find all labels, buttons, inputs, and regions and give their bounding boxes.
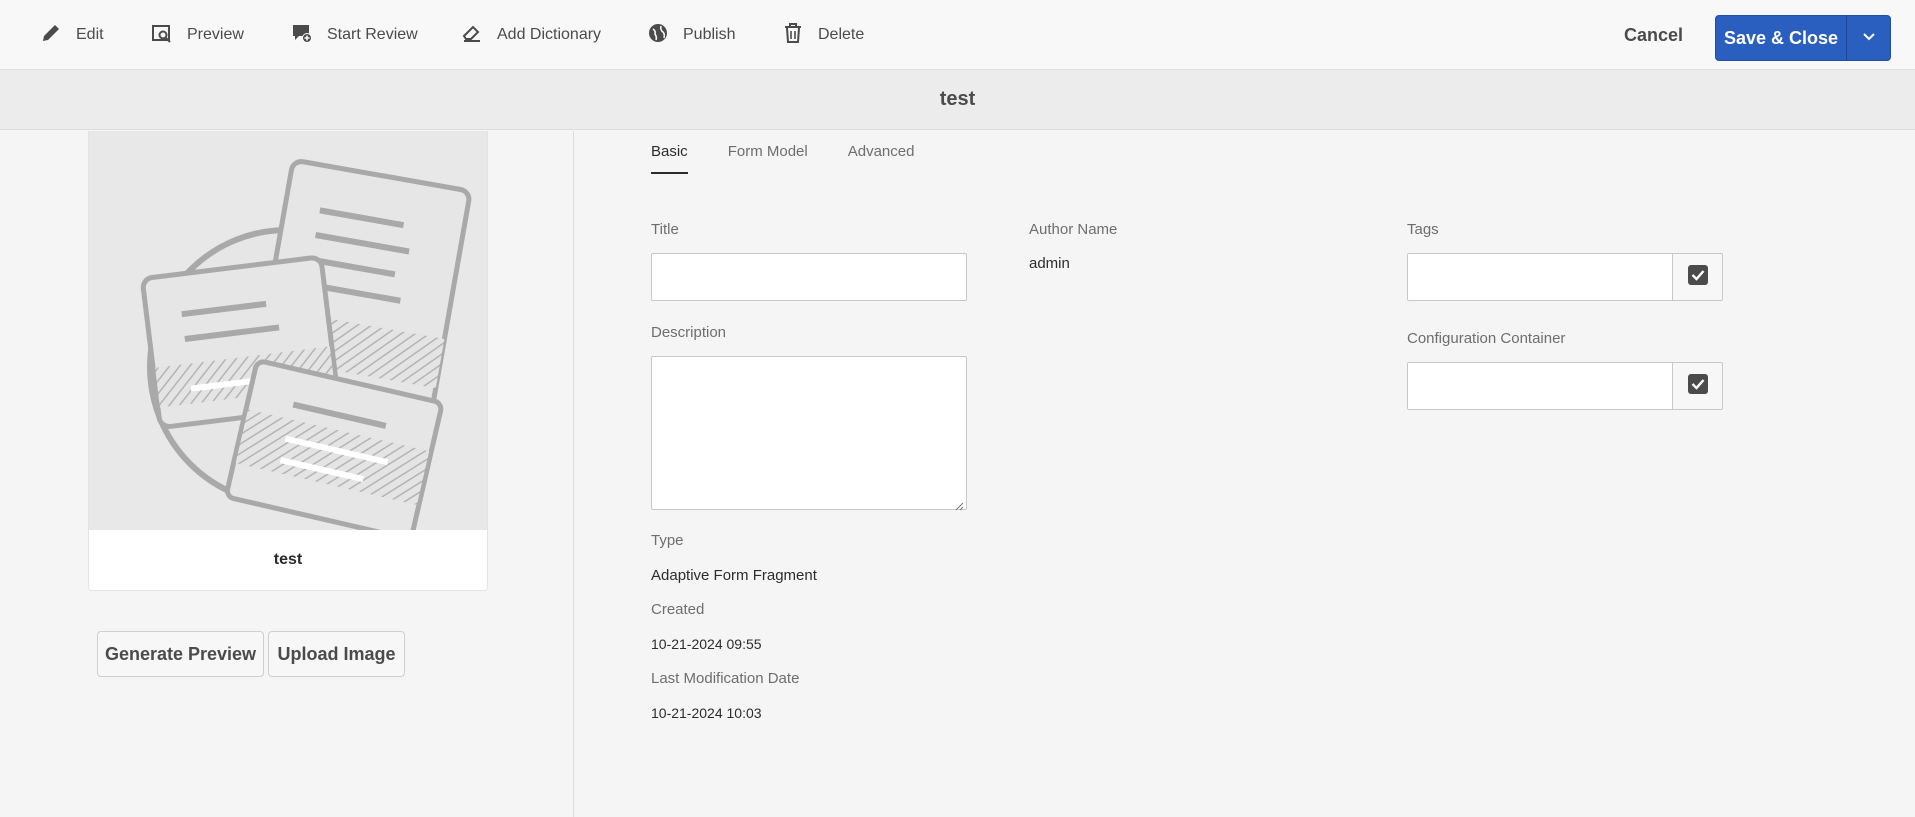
description-textarea[interactable] bbox=[651, 356, 967, 511]
thumbnail-image bbox=[89, 131, 487, 541]
type-label: Type bbox=[651, 532, 684, 549]
save-options-button[interactable] bbox=[1847, 16, 1890, 60]
card-title: test bbox=[273, 551, 303, 568]
config-container-picker bbox=[1407, 362, 1723, 410]
properties-tabs: Basic Form Model Advanced bbox=[651, 143, 914, 174]
add-dictionary-label: Add Dictionary bbox=[497, 26, 602, 43]
cancel-button[interactable]: Cancel bbox=[1624, 25, 1683, 46]
add-dictionary-button[interactable]: Add Dictionary bbox=[461, 0, 601, 70]
preview-label: Preview bbox=[187, 26, 244, 43]
created-label: Created bbox=[651, 601, 705, 618]
modified-label: Last Modification Date bbox=[651, 670, 800, 687]
tags-input[interactable] bbox=[1407, 253, 1673, 301]
upload-image-button[interactable]: Upload Image bbox=[268, 631, 405, 677]
page-title: test bbox=[0, 70, 1915, 130]
config-container-picker-button[interactable] bbox=[1673, 362, 1723, 410]
publish-button[interactable]: Publish bbox=[647, 0, 735, 70]
action-toolbar: Edit Preview Start Review Add Dictionary… bbox=[0, 0, 1915, 70]
tags-picker-button[interactable] bbox=[1673, 253, 1723, 301]
created-value: 10-21-2024 09:55 bbox=[651, 636, 762, 652]
globe-icon bbox=[647, 22, 669, 49]
delete-label: Delete bbox=[818, 26, 865, 43]
resize-handle-icon[interactable] bbox=[955, 498, 964, 511]
start-review-button[interactable]: Start Review bbox=[291, 0, 418, 70]
author-label: Author Name bbox=[1029, 221, 1118, 238]
trash-icon bbox=[782, 22, 804, 49]
checkmark-icon bbox=[1687, 264, 1708, 290]
title-input[interactable] bbox=[651, 253, 967, 301]
thumbnail-panel: test Generate Preview Upload Image bbox=[0, 131, 574, 817]
tab-basic[interactable]: Basic bbox=[651, 143, 688, 174]
edit-label: Edit bbox=[76, 26, 104, 43]
generate-preview-button[interactable]: Generate Preview bbox=[97, 631, 264, 677]
publish-label: Publish bbox=[683, 26, 736, 43]
checkmark-icon bbox=[1687, 373, 1708, 399]
tab-form-model[interactable]: Form Model bbox=[728, 143, 808, 174]
tags-label: Tags bbox=[1407, 221, 1439, 238]
tab-advanced[interactable]: Advanced bbox=[848, 143, 915, 174]
tags-picker bbox=[1407, 253, 1723, 301]
config-container-label: Configuration Container bbox=[1407, 330, 1566, 347]
title-label: Title bbox=[651, 221, 679, 238]
preview-button[interactable]: Preview bbox=[151, 0, 244, 70]
edit-button[interactable]: Edit bbox=[40, 0, 104, 70]
start-review-label: Start Review bbox=[327, 26, 418, 43]
dictionary-icon bbox=[461, 22, 483, 49]
chevron-down-icon bbox=[1862, 29, 1876, 47]
pencil-icon bbox=[40, 22, 62, 49]
type-value: Adaptive Form Fragment bbox=[651, 567, 817, 584]
delete-button[interactable]: Delete bbox=[782, 0, 864, 70]
save-close-button-group: Save & Close bbox=[1715, 15, 1891, 61]
review-icon bbox=[291, 22, 313, 49]
author-value: admin bbox=[1029, 255, 1070, 272]
modified-value: 10-21-2024 10:03 bbox=[651, 705, 762, 721]
config-container-input[interactable] bbox=[1407, 362, 1673, 410]
description-label: Description bbox=[651, 324, 727, 341]
thumbnail-card: test bbox=[88, 131, 488, 591]
save-close-button[interactable]: Save & Close bbox=[1716, 16, 1847, 60]
preview-icon bbox=[151, 22, 173, 49]
